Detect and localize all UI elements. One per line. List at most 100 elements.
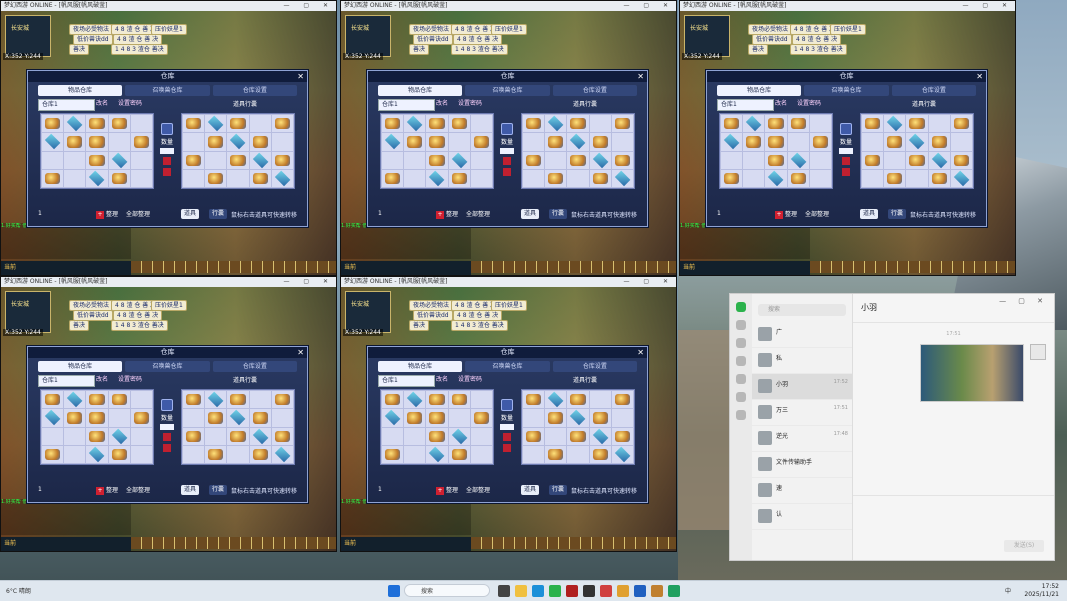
item-slot[interactable] [382,169,404,187]
bag-slot[interactable] [567,169,589,187]
bag-slot[interactable] [950,115,972,133]
bag-slot[interactable] [205,391,227,409]
warehouse-selector[interactable]: 仓库1 [378,375,435,387]
app-icon-6[interactable] [668,585,680,597]
tab-bag[interactable]: 行囊 [209,209,228,219]
weather-widget[interactable]: 6°C 晴朗 [6,586,31,595]
bag-slot[interactable] [205,445,227,463]
search-icon[interactable] [501,123,513,135]
bag-slot[interactable] [183,427,205,445]
channels-icon[interactable] [736,374,746,384]
tab-item-warehouse[interactable]: 物品仓库 [38,361,123,372]
minimap[interactable] [5,15,51,57]
arrow-right-icon[interactable] [503,168,511,176]
item-slot[interactable] [448,445,470,463]
item-slot[interactable] [448,133,470,151]
chat-log[interactable]: 1.好买帮 低价出售各类兽决 收售 物品 点卡 欢迎光临 [341,499,471,535]
close-icon[interactable]: ✕ [297,71,304,82]
item-slot[interactable] [470,391,492,409]
tab-pet-warehouse[interactable]: 召唤兽仓库 [804,85,889,96]
bag-slot[interactable] [183,409,205,427]
npc-name-tag[interactable]: 1 4 8 3 渣仓 善决 [451,44,508,55]
game-window[interactable]: 梦幻西游 ONLINE - [帆风服[帆风破釜] — ▢ ✕ 长安城 X:352… [340,0,677,276]
conversation-item[interactable]: 文件传输助手 [752,452,852,478]
item-slot[interactable] [382,151,404,169]
bag-slot[interactable] [589,115,611,133]
page-indicator[interactable]: 1 [717,210,721,217]
item-slot[interactable] [743,169,765,187]
item-slot[interactable] [86,169,108,187]
item-slot[interactable] [64,391,86,409]
item-slot[interactable] [404,445,426,463]
item-slot[interactable] [382,133,404,151]
window-titlebar[interactable]: 梦幻西游 ONLINE - [帆风服[帆风破釜] — ▢ ✕ [1,1,336,11]
bag-slot[interactable] [249,427,271,445]
item-slot[interactable] [765,115,787,133]
bag-slot[interactable] [227,151,249,169]
tab-bag[interactable]: 行囊 [549,209,568,219]
tab-item-warehouse[interactable]: 物品仓库 [378,361,463,372]
item-slot[interactable] [130,169,152,187]
search-icon[interactable] [840,123,852,135]
item-slot[interactable] [108,169,130,187]
bag-slot[interactable] [928,151,950,169]
rename-button[interactable]: 改名 [436,99,448,109]
npc-name-tag[interactable]: 善决 [409,320,430,331]
task-view-icon[interactable] [498,585,510,597]
bag-slot[interactable] [884,115,906,133]
window-titlebar[interactable]: 梦幻西游 ONLINE - [帆风服[帆风破釜] — ▢ ✕ [680,1,1015,11]
bag-slot[interactable] [545,115,567,133]
conversation-item[interactable]: 认 [752,504,852,530]
bag-slot[interactable] [589,151,611,169]
item-slot[interactable] [787,133,809,151]
bag-slot[interactable] [589,445,611,463]
chat-log[interactable]: 1.好买帮 低价出售各类兽决 收售 物品 点卡 欢迎光临 [1,223,131,259]
item-slot[interactable] [426,133,448,151]
item-slot[interactable] [382,445,404,463]
bag-slot[interactable] [950,151,972,169]
system-clock[interactable]: 17:52 2025/11/21 [1024,583,1059,599]
bag-slot[interactable] [589,391,611,409]
bag-slot[interactable] [205,427,227,445]
discover-icon[interactable] [736,392,746,402]
bag-slot[interactable] [862,115,884,133]
warehouse-selector[interactable]: 仓库1 [378,99,435,111]
bag-slot[interactable] [545,409,567,427]
item-slot[interactable] [382,115,404,133]
quantity-input[interactable] [500,148,514,154]
skill-bar[interactable] [810,261,1015,273]
bag-slot[interactable] [611,133,633,151]
sort-all-button[interactable]: 全部整理 [126,485,150,494]
item-slot[interactable] [404,133,426,151]
item-slot[interactable] [108,151,130,169]
bag-slot[interactable] [183,391,205,409]
bag-slot[interactable] [271,391,293,409]
bag-slot[interactable] [545,391,567,409]
search-icon[interactable] [161,399,173,411]
bag-slot[interactable] [589,169,611,187]
bag-slot[interactable] [249,445,271,463]
app-icon-1[interactable] [566,585,578,597]
search-icon[interactable] [161,123,173,135]
bag-slot[interactable] [249,169,271,187]
item-slot[interactable] [765,133,787,151]
arrow-left-icon[interactable] [503,157,511,165]
page-indicator[interactable]: 1 [378,210,382,217]
bag-slot[interactable] [227,133,249,151]
bag-slot[interactable] [523,133,545,151]
tab-pet-warehouse[interactable]: 召唤兽仓库 [125,361,210,372]
wechat-taskbar-icon[interactable] [549,585,561,597]
bag-slot[interactable] [227,391,249,409]
bag-slot[interactable] [906,169,928,187]
favorites-icon[interactable] [736,338,746,348]
bag-slot[interactable] [249,115,271,133]
page-indicator[interactable]: 1 [38,210,42,217]
bag-slot[interactable] [884,133,906,151]
bag-slot[interactable] [928,115,950,133]
bag-slot[interactable] [249,391,271,409]
bag-slot[interactable] [271,409,293,427]
bag-slot[interactable] [928,133,950,151]
item-slot[interactable] [448,391,470,409]
bag-slot[interactable] [589,409,611,427]
sort-all-button[interactable]: 全部整理 [805,209,829,218]
